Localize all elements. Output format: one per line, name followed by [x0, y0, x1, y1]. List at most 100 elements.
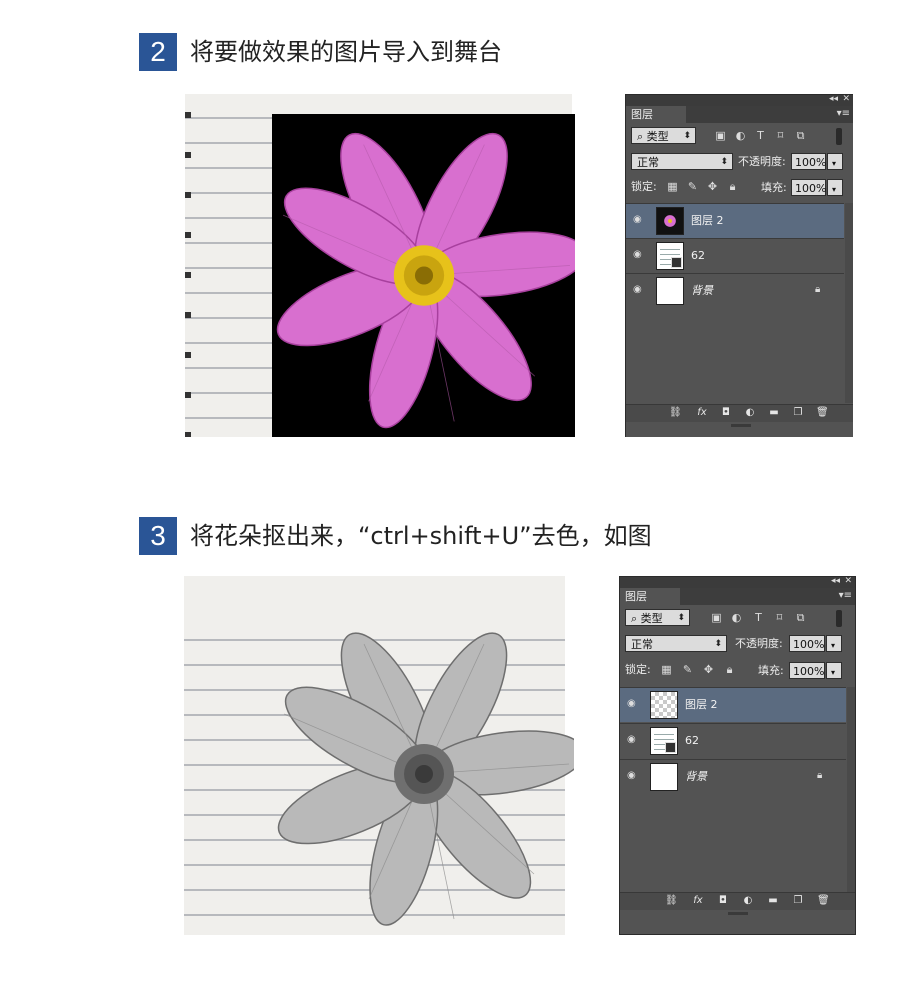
fill-value: 100% — [793, 665, 825, 678]
lock-move-icon[interactable]: ✥ — [702, 663, 715, 676]
panel-menu-icon[interactable]: ▾≡ — [837, 108, 850, 119]
desaturated-flower-image — [277, 632, 574, 926]
filter-toggle[interactable] — [836, 128, 842, 145]
layer-thumbnail — [650, 691, 678, 719]
panel-resize-grip[interactable] — [728, 912, 748, 915]
group-folder-icon[interactable]: ▬ — [768, 407, 780, 419]
shape-filter-icon[interactable]: ⌑ — [774, 129, 787, 142]
opacity-input[interactable]: 100% — [791, 153, 826, 170]
lock-brush-icon[interactable]: ✎ — [681, 663, 694, 676]
step-3-number: 3 — [139, 517, 177, 555]
eye-icon[interactable]: ◉ — [633, 285, 645, 295]
lock-move-icon[interactable]: ✥ — [706, 180, 719, 193]
blend-mode-select[interactable]: 正常 ⬍ — [625, 635, 727, 652]
step-3-screenshot: ◂◂ ✕ 图层 ▾≡ ⌕ 类型 ⬍ ▣ ◐ T ⌑ ⧉ 正常 ⬍ 不透明度: 1… — [184, 576, 856, 935]
lock-brush-icon[interactable]: ✎ — [686, 180, 699, 193]
chevron-down-icon: ▾ — [831, 641, 836, 650]
layer-thumbnail — [650, 763, 678, 791]
layer-name: 62 — [685, 734, 699, 747]
opacity-value: 100% — [793, 638, 825, 651]
eye-icon[interactable]: ◉ — [633, 250, 645, 260]
layers-scrollbar[interactable] — [845, 203, 853, 403]
eye-icon[interactable]: ◉ — [627, 771, 639, 781]
new-layer-icon[interactable]: ❐ — [792, 407, 804, 419]
adjustment-layer-icon[interactable]: ◐ — [742, 895, 754, 907]
smart-object-filter-icon[interactable]: ⧉ — [794, 129, 807, 142]
layer-row-background[interactable]: ◉ 背景 🔒︎ — [626, 273, 844, 308]
shape-filter-icon[interactable]: ⌑ — [773, 611, 786, 624]
mask-icon[interactable]: ◘ — [717, 895, 729, 907]
double-chevron-left-icon[interactable]: ◂◂ — [829, 94, 838, 104]
search-icon: ⌕ — [637, 130, 647, 143]
layer-row-layer2[interactable]: ◉ 图层 2 — [620, 687, 846, 722]
step-2-text: 将要做效果的图片导入到舞台 — [190, 38, 502, 66]
lock-all-icon[interactable]: 🔒︎ — [723, 663, 736, 676]
layer-name: 图层 2 — [691, 214, 724, 227]
layer-name: 背景 — [691, 284, 713, 297]
fill-label: 填充: — [758, 664, 784, 677]
filter-toggle[interactable] — [836, 610, 842, 627]
step-3-heading: 3 将花朵抠出来，“ctrl+shift+U”去色，如图 — [0, 517, 900, 557]
blend-mode-select[interactable]: 正常 ⬍ — [631, 153, 733, 170]
link-layers-icon[interactable]: ⛓ — [665, 895, 678, 907]
layer-thumbnail — [656, 207, 684, 235]
fx-icon[interactable]: fx — [696, 407, 708, 419]
mask-icon[interactable]: ◘ — [720, 407, 732, 419]
panel-bottom-toolbar: ⛓ fx ◘ ◐ ▬ ❐ 🗑︎ — [626, 404, 853, 422]
layer-thumbnail — [650, 727, 678, 755]
layer-row-62[interactable]: ◉ 62 — [620, 723, 846, 758]
eye-icon[interactable]: ◉ — [633, 215, 645, 225]
double-chevron-left-icon[interactable]: ◂◂ — [831, 576, 840, 586]
adjustment-filter-icon[interactable]: ◐ — [734, 129, 747, 142]
trash-icon[interactable]: 🗑︎ — [816, 407, 829, 419]
eye-icon[interactable]: ◉ — [627, 699, 639, 709]
filter-kind-select[interactable]: ⌕ 类型 ⬍ — [631, 127, 696, 144]
layer-row-background[interactable]: ◉ 背景 🔒︎ — [620, 759, 846, 794]
smart-object-filter-icon[interactable]: ⧉ — [794, 611, 807, 624]
layers-scrollbar[interactable] — [847, 687, 855, 892]
panel-menu-icon[interactable]: ▾≡ — [839, 590, 852, 601]
chevron-down-icon: ▾ — [831, 668, 836, 677]
group-folder-icon[interactable]: ▬ — [767, 895, 779, 907]
opacity-dropdown[interactable]: ▾ — [827, 153, 843, 170]
trash-icon[interactable]: 🗑︎ — [817, 895, 830, 907]
lock-transparency-icon[interactable]: ▦ — [666, 180, 679, 193]
fill-input[interactable]: 100% — [789, 662, 825, 679]
opacity-dropdown[interactable]: ▾ — [826, 635, 842, 652]
panel-title-bar: ◂◂ ✕ — [626, 94, 853, 106]
lock-label: 锁定: — [625, 663, 651, 676]
close-icon[interactable]: ✕ — [842, 94, 850, 104]
fill-input[interactable]: 100% — [791, 179, 826, 196]
fill-dropdown[interactable]: ▾ — [827, 179, 843, 196]
panel-resize-grip[interactable] — [731, 424, 751, 427]
filter-kind-label: 类型 — [640, 612, 663, 625]
lock-all-icon[interactable]: 🔒︎ — [726, 180, 739, 193]
layer-name: 图层 2 — [685, 698, 718, 711]
image-filter-icon[interactable]: ▣ — [714, 129, 727, 142]
eye-icon[interactable]: ◉ — [627, 735, 639, 745]
link-layers-icon[interactable]: ⛓ — [669, 407, 682, 419]
fill-dropdown[interactable]: ▾ — [826, 662, 842, 679]
layer-row-62[interactable]: ◉ 62 — [626, 238, 844, 273]
tab-layers[interactable]: 图层 — [620, 588, 680, 605]
filter-kind-select[interactable]: ⌕ 类型 ⬍ — [625, 609, 690, 626]
panel-tab-row: 图层 ▾≡ — [620, 588, 855, 605]
layers-panel: ◂◂ ✕ 图层 ▾≡ ⌕ 类型 ⬍ ▣ ◐ T ⌑ ⧉ 正常 ⬍ 不透明度: 1… — [625, 94, 853, 437]
opacity-label: 不透明度: — [735, 637, 783, 650]
opacity-value: 100% — [795, 156, 827, 169]
type-filter-icon[interactable]: T — [752, 611, 765, 624]
tab-layers[interactable]: 图层 — [626, 106, 686, 123]
lock-icon: 🔒︎ — [817, 770, 823, 781]
new-layer-icon[interactable]: ❐ — [792, 895, 804, 907]
opacity-input[interactable]: 100% — [789, 635, 825, 652]
adjustment-filter-icon[interactable]: ◐ — [730, 611, 743, 624]
adjustment-layer-icon[interactable]: ◐ — [744, 407, 756, 419]
fx-icon[interactable]: fx — [692, 895, 704, 907]
image-filter-icon[interactable]: ▣ — [710, 611, 723, 624]
panel-bottom-toolbar: ⛓ fx ◘ ◐ ▬ ❐ 🗑︎ — [620, 892, 855, 910]
type-filter-icon[interactable]: T — [754, 129, 767, 142]
layer-row-layer2[interactable]: ◉ 图层 2 — [626, 203, 844, 238]
lock-transparency-icon[interactable]: ▦ — [660, 663, 673, 676]
fill-label: 填充: — [761, 181, 787, 194]
close-icon[interactable]: ✕ — [844, 576, 852, 586]
